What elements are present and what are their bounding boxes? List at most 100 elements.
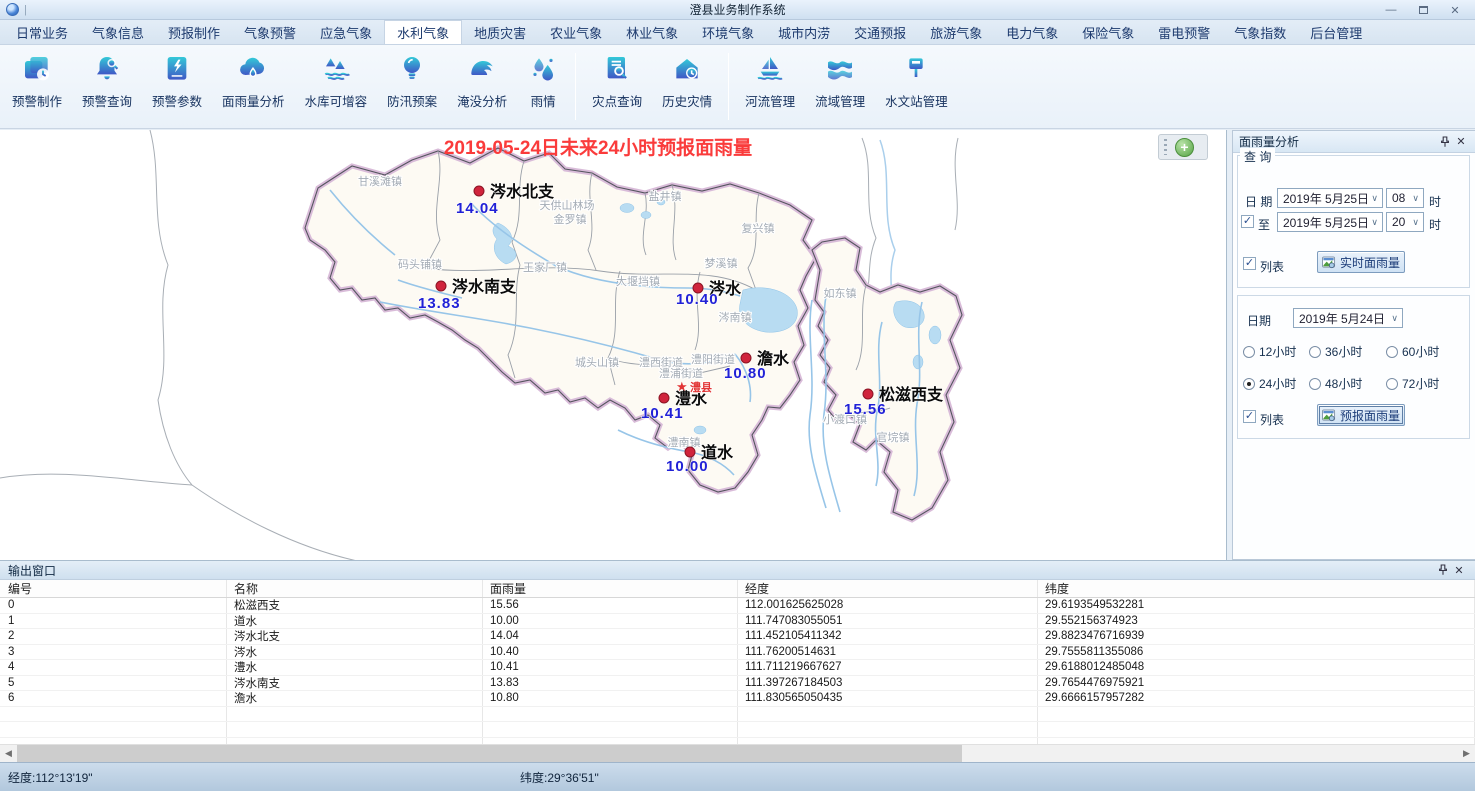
station-dot-icon (741, 353, 751, 363)
warning-params-icon (161, 53, 193, 85)
menu-item-7[interactable]: 农业气象 (538, 20, 614, 44)
menu-item-1[interactable]: 气象信息 (80, 20, 156, 44)
cell: 松滋西支 (227, 598, 483, 613)
scrollbar-thumb[interactable] (17, 745, 962, 762)
tool-6[interactable]: 防汛预案 (377, 51, 447, 112)
cell: 涔水南支 (227, 676, 483, 691)
scroll-right-icon[interactable]: ▶ (1458, 745, 1475, 762)
end-hour-select[interactable]: 20∨ (1386, 212, 1424, 232)
menu-item-3[interactable]: 气象预警 (232, 20, 308, 44)
close-icon[interactable]: ✕ (1453, 134, 1469, 150)
cell: 29.6188012485048 (1038, 660, 1475, 675)
cell (738, 707, 1038, 722)
column-header-4[interactable]: 纬度 (1038, 580, 1475, 597)
table-row[interactable]: 5涔水南支13.83111.39726718450329.76544769759… (0, 676, 1475, 692)
start-date-label: 日 期 (1245, 193, 1272, 210)
town-label: 盐井镇 (649, 189, 682, 203)
menu-item-13[interactable]: 电力气象 (994, 20, 1070, 44)
tool-12[interactable]: 流域管理 (805, 51, 875, 112)
tool-4[interactable]: 面雨量分析 (212, 51, 295, 112)
menu-item-5[interactable]: 水利气象 (384, 20, 462, 44)
scroll-left-icon[interactable]: ◀ (0, 745, 17, 762)
table-row[interactable]: 3涔水10.40111.7620051463129.7555811355086 (0, 645, 1475, 661)
radio-36小时[interactable]: 36小时 (1309, 343, 1386, 360)
tool-7[interactable]: 淹没分析 (447, 51, 517, 112)
drag-grip-icon[interactable] (1164, 139, 1167, 155)
list-checkbox[interactable]: ✓ (1243, 257, 1256, 270)
close-icon[interactable]: ✕ (1451, 562, 1467, 578)
pin-icon[interactable] (1435, 562, 1451, 578)
menu-item-4[interactable]: 应急气象 (308, 20, 384, 44)
start-hour-select[interactable]: 08∨ (1386, 188, 1424, 208)
tool-13[interactable]: 水文站管理 (875, 51, 958, 112)
tool-label: 水文站管理 (885, 91, 948, 110)
forecast-date-select[interactable]: 2019年 5月24日∨ (1293, 308, 1403, 328)
map-zoom-tool[interactable]: + (1158, 134, 1208, 160)
table-row-empty (0, 722, 1475, 738)
close-button[interactable]: ✕ (1439, 0, 1471, 20)
forecast-date-label: 日期 (1247, 312, 1271, 329)
tool-10[interactable]: 历史灾情 (652, 51, 722, 112)
realtime-rainfall-button[interactable]: 实时面雨量 (1317, 251, 1405, 273)
radio-24小时[interactable]: 24小时 (1243, 375, 1309, 392)
tool-3[interactable]: 预警参数 (142, 51, 212, 112)
station-value: 10.40 (676, 291, 719, 308)
column-header-0[interactable]: 编号 (0, 580, 227, 597)
list-checkbox[interactable]: ✓ (1243, 410, 1256, 423)
town-label: 大堰垱镇 (616, 274, 660, 288)
menu-item-0[interactable]: 日常业务 (4, 20, 80, 44)
to-checkbox[interactable]: ✓ (1241, 215, 1254, 228)
tool-5[interactable]: 水库可增容 (295, 51, 378, 112)
radio-12小时[interactable]: 12小时 (1243, 343, 1309, 360)
cell: 29.6193549532281 (1038, 598, 1475, 613)
maximize-button[interactable] (1407, 0, 1439, 20)
tool-1[interactable]: 预警制作 (2, 51, 72, 112)
tool-9[interactable]: 灾点查询 (582, 51, 652, 112)
forecast-rainfall-button[interactable]: 预报面雨量 (1317, 404, 1405, 426)
start-date-select[interactable]: 2019年 5月25日∨ (1277, 188, 1383, 208)
tool-8[interactable]: 雨情 (517, 51, 569, 112)
table-row[interactable]: 2涔水北支14.04111.45210541134229.88234767169… (0, 629, 1475, 645)
tool-2[interactable]: 预警查询 (72, 51, 142, 112)
menu-item-10[interactable]: 城市内涝 (766, 20, 842, 44)
pin-icon[interactable] (1437, 134, 1453, 150)
cell: 29.552156374923 (1038, 614, 1475, 629)
station-value: 13.83 (418, 295, 461, 312)
radio-60小时[interactable]: 60小时 (1386, 343, 1465, 360)
radio-72小时[interactable]: 72小时 (1386, 375, 1465, 392)
cell (1038, 707, 1475, 722)
cell (1038, 722, 1475, 737)
plus-icon[interactable]: + (1175, 138, 1194, 157)
column-header-3[interactable]: 经度 (738, 580, 1038, 597)
table-row[interactable]: 6澹水10.80111.83056505043529.6666157957282 (0, 691, 1475, 707)
table-row[interactable]: 1道水10.00111.74708305505129.552156374923 (0, 614, 1475, 630)
window-title: 澄县业务制作系统 (0, 1, 1475, 18)
column-header-2[interactable]: 面雨量 (483, 580, 738, 597)
cell: 涔水北支 (227, 629, 483, 644)
town-label: 复兴镇 (742, 221, 775, 235)
menu-item-8[interactable]: 林业气象 (614, 20, 690, 44)
river-icon (754, 53, 786, 85)
menu-item-9[interactable]: 环境气象 (690, 20, 766, 44)
town-label: 澧阳街道 (691, 352, 735, 366)
table-row[interactable]: 4澧水10.41111.71121966762729.6188012485048 (0, 660, 1475, 676)
menu-item-12[interactable]: 旅游气象 (918, 20, 994, 44)
menu-item-14[interactable]: 保险气象 (1070, 20, 1146, 44)
horizontal-scrollbar[interactable]: ◀ ▶ (0, 744, 1475, 762)
tool-11[interactable]: 河流管理 (735, 51, 805, 112)
radio-48小时[interactable]: 48小时 (1309, 375, 1386, 392)
chevron-down-icon: ∨ (1371, 217, 1382, 228)
table-row[interactable]: 0松滋西支15.56112.00162562502829.61935495322… (0, 598, 1475, 614)
menu-item-11[interactable]: 交通预报 (842, 20, 918, 44)
column-header-1[interactable]: 名称 (227, 580, 483, 597)
end-date-select[interactable]: 2019年 5月25日∨ (1277, 212, 1383, 232)
menu-item-16[interactable]: 气象指数 (1222, 20, 1298, 44)
minimize-button[interactable]: — (1375, 0, 1407, 20)
menu-item-17[interactable]: 后台管理 (1298, 20, 1374, 44)
menu-item-2[interactable]: 预报制作 (156, 20, 232, 44)
radio-dot-icon (1309, 346, 1321, 358)
menu-item-6[interactable]: 地质灾害 (462, 20, 538, 44)
cell: 3 (0, 645, 227, 660)
map-view[interactable]: 甘溪滩镇盐井镇天供山林场金罗镇复兴镇码头铺镇王家厂镇梦溪镇大堰垱镇如东镇涔南镇澧… (0, 130, 1227, 560)
menu-item-15[interactable]: 雷电预警 (1146, 20, 1222, 44)
